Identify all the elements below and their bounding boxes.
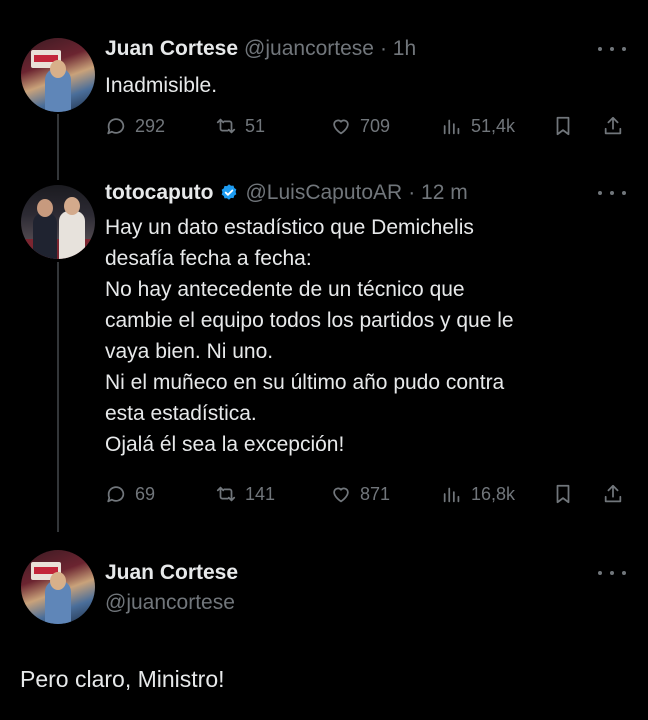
bookmark-icon [556,116,570,136]
retweet-icon [216,118,236,134]
share-button[interactable] [602,481,624,507]
timestamp[interactable]: · 1h [380,37,416,61]
analytics-icon [443,487,460,503]
views-button[interactable]: 51,4k [441,113,515,139]
thread-line [57,114,59,180]
avatar[interactable] [21,550,95,624]
thread-line [57,262,59,532]
like-count: 709 [360,115,391,136]
view-count: 16,8k [471,483,516,504]
tweet-header: totocaputo @LuisCaputoAR · 12 m [105,181,468,205]
more-options-icon[interactable] [598,188,626,198]
more-options-icon[interactable] [598,44,626,54]
retweet-count: 141 [245,483,276,504]
bookmark-button[interactable] [552,481,574,507]
display-name[interactable]: Juan Cortese [105,37,238,61]
view-count: 51,4k [471,115,516,136]
share-icon [604,484,622,503]
timestamp[interactable]: · 12 m [408,181,468,205]
handle[interactable]: @juancortese [105,591,235,615]
like-button[interactable]: 871 [330,481,390,507]
avatar[interactable] [21,38,95,112]
avatar[interactable] [21,185,95,259]
reply-icon [107,118,125,135]
like-count: 871 [360,483,391,504]
like-button[interactable]: 709 [330,113,390,139]
share-icon [604,116,622,135]
reply-icon [107,486,125,503]
display-name[interactable]: totocaputo [105,181,213,205]
reply-button[interactable]: 69 [105,481,155,507]
tweet-text: Inadmisible. [105,74,218,97]
reply-count: 69 [135,483,156,504]
tweet-header: Juan Cortese @juancortese · 1h [105,37,416,61]
views-button[interactable]: 16,8k [441,481,515,507]
tweet-text: Pero claro, Ministro! [20,666,225,692]
retweet-button[interactable]: 141 [215,481,275,507]
reply-count: 292 [135,115,166,136]
retweet-count: 51 [245,115,266,136]
retweet-button[interactable]: 51 [215,113,265,139]
heart-icon [333,487,349,503]
handle[interactable]: @LuisCaputoAR [245,181,402,205]
share-button[interactable] [602,113,624,139]
handle[interactable]: @juancortese [244,37,374,61]
tweet-actions: 69 141 871 16,8k [105,481,630,507]
bookmark-icon [556,484,570,504]
retweet-icon [216,486,236,502]
heart-icon [333,119,349,135]
tweet-actions: 292 51 709 51,4k [105,113,630,139]
reply-button[interactable]: 292 [105,113,165,139]
more-options-icon[interactable] [598,568,626,578]
verified-badge-icon [222,184,237,200]
display-name[interactable]: Juan Cortese [105,561,238,585]
bookmark-button[interactable] [552,113,574,139]
tweet-text: Hay un dato estadístico que Demichelis d… [105,216,514,456]
analytics-icon [443,119,460,135]
